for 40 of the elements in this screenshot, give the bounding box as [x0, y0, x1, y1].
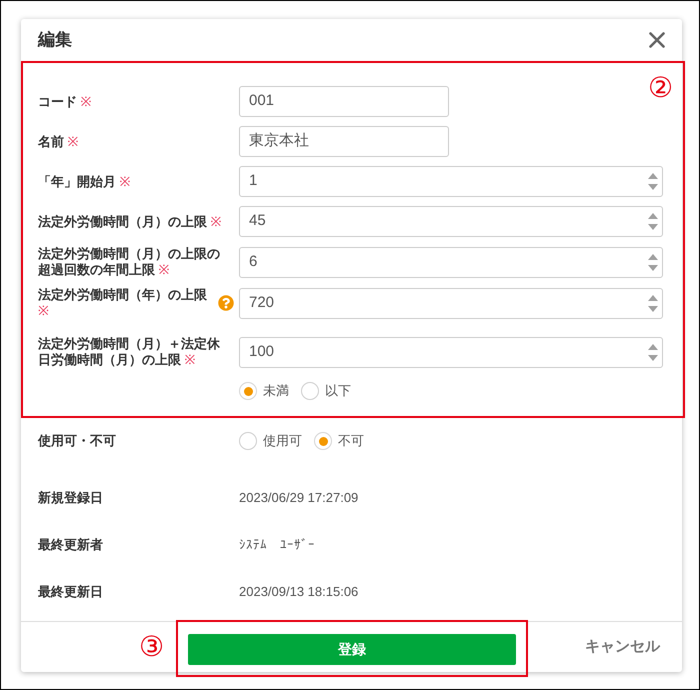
- text-field[interactable]: 001: [239, 86, 449, 117]
- field-label: 法定外労働時間（月）の上限の超過回数の年間上限 ※: [38, 246, 221, 278]
- spinner-icon[interactable]: [648, 344, 658, 360]
- radio-button[interactable]: [314, 432, 332, 450]
- radio-button[interactable]: [239, 432, 257, 450]
- help-icon[interactable]: [218, 295, 234, 311]
- radio-label[interactable]: 以下: [325, 383, 351, 399]
- radio-button[interactable]: [301, 382, 319, 400]
- cancel-button[interactable]: キャンセル: [585, 636, 660, 658]
- spinner-icon[interactable]: [648, 173, 658, 190]
- info-value: 2023/06/29 17:27:09: [239, 489, 358, 508]
- field-label: 法定外労働時間（月）の上限 ※: [38, 214, 223, 230]
- dialog-title: 編集: [38, 29, 72, 52]
- spinner-icon[interactable]: [648, 213, 658, 230]
- field-label: 名前 ※: [38, 134, 80, 150]
- info-label: 最終更新日: [38, 584, 103, 599]
- number-field[interactable]: 45: [239, 206, 663, 237]
- step-number: ③: [139, 632, 164, 662]
- number-field[interactable]: 100: [239, 336, 663, 368]
- radio-label[interactable]: 使用可: [263, 433, 302, 449]
- field-label: 法定外労働時間（月）＋法定休日労働時間（月）の上限 ※: [38, 336, 221, 368]
- text-field[interactable]: 東京本社: [239, 126, 449, 157]
- number-field[interactable]: 720: [239, 288, 663, 318]
- field-label: コード ※: [38, 94, 93, 110]
- radio-label[interactable]: 不可: [338, 433, 364, 449]
- spinner-icon[interactable]: [648, 254, 658, 270]
- radio-label[interactable]: 未満: [263, 383, 289, 399]
- info-value: ｼｽﾃﾑ ﾕｰｻﾞｰ: [239, 536, 315, 554]
- info-value: 2023/09/13 18:15:06: [239, 583, 358, 602]
- field-label: 「年」開始月 ※: [38, 174, 132, 190]
- field-label: 法定外労働時間（年）の上限 ※: [38, 287, 208, 319]
- step-number: ②: [648, 73, 673, 103]
- radio-button[interactable]: [239, 382, 257, 400]
- spinner-icon[interactable]: [648, 294, 658, 312]
- number-field[interactable]: 1: [239, 166, 663, 197]
- close-icon[interactable]: [649, 32, 665, 48]
- info-label: 新規登録日: [38, 490, 103, 505]
- info-label: 最終更新者: [38, 537, 103, 552]
- number-field[interactable]: 6: [239, 246, 663, 278]
- field-label: 使用可・不可: [38, 433, 116, 448]
